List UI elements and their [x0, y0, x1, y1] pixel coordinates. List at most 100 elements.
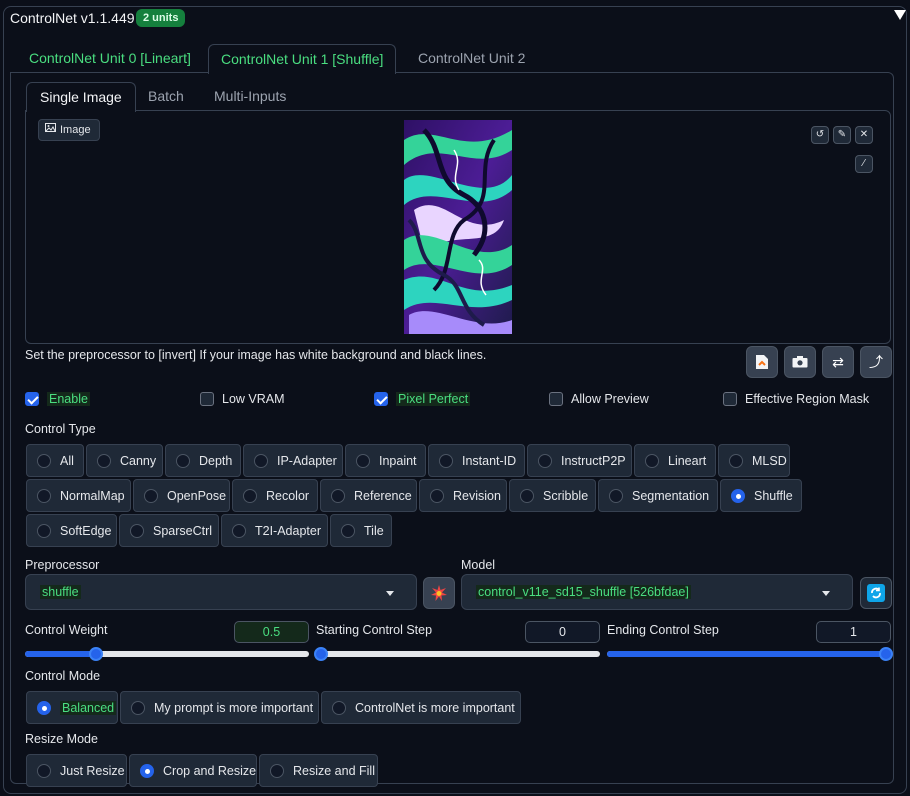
- control-type-softedge[interactable]: SoftEdge: [26, 514, 117, 547]
- resize-mode-just-resize[interactable]: Just Resize: [26, 754, 127, 787]
- low-vram-checkbox[interactable]: Low VRAM: [200, 392, 285, 406]
- panel-title[interactable]: ControlNet v1.1.449: [10, 10, 135, 26]
- control-type-reference-label: Reference: [354, 488, 412, 503]
- pixel-perfect-checkbox[interactable]: Pixel Perfect: [374, 392, 471, 406]
- control-type-instant-id[interactable]: Instant-ID: [428, 444, 525, 477]
- tab-batch[interactable]: Batch: [135, 82, 197, 110]
- image-label-text: Image: [60, 124, 91, 136]
- ending-step-slider[interactable]: [607, 647, 893, 661]
- control-type-instructp2p-label: InstructP2P: [561, 453, 626, 468]
- rotate-icon[interactable]: ↺: [811, 126, 829, 144]
- refresh-models-button[interactable]: [860, 577, 892, 609]
- starting-step-label: Starting Control Step: [316, 623, 433, 637]
- mirror-webcam-icon[interactable]: ⇄: [822, 346, 854, 378]
- tab-unit-1[interactable]: ControlNet Unit 1 [Shuffle]: [208, 44, 397, 74]
- control-mode-controlnet[interactable]: ControlNet is more important: [321, 691, 521, 724]
- radio-dot: [332, 700, 346, 715]
- radio-dot: [254, 453, 268, 468]
- radio-dot: [538, 453, 552, 468]
- control-type-t2i-adapter[interactable]: T2I-Adapter: [221, 514, 328, 547]
- preprocessor-label: Preprocessor: [25, 558, 100, 572]
- control-type-shuffle-label: Shuffle: [754, 488, 793, 503]
- control-type-t2i-adapter-label: T2I-Adapter: [255, 523, 322, 538]
- control-type-reference[interactable]: Reference: [320, 479, 417, 512]
- control-weight-slider[interactable]: [25, 647, 309, 661]
- image-upload-area[interactable]: Image ↺ ✎ ✕ ⁄: [25, 110, 891, 344]
- control-type-ip-adapter[interactable]: IP-Adapter: [243, 444, 343, 477]
- resize-mode-crop-and-resize-label: Crop and Resize: [163, 763, 257, 778]
- preprocessor-dropdown[interactable]: shuffle: [25, 574, 417, 610]
- control-type-segmentation[interactable]: Segmentation: [598, 479, 718, 512]
- control-type-shuffle[interactable]: Shuffle: [720, 479, 802, 512]
- close-icon[interactable]: ✕: [855, 126, 873, 144]
- new-canvas-icon[interactable]: [746, 346, 778, 378]
- radio-dot-selected: [140, 763, 154, 778]
- tab-unit-0[interactable]: ControlNet Unit 0 [Lineart]: [17, 44, 203, 72]
- control-type-mlsd[interactable]: MLSD: [718, 444, 790, 477]
- control-mode-prompt[interactable]: My prompt is more important: [120, 691, 319, 724]
- control-type-tile[interactable]: Tile: [330, 514, 392, 547]
- control-type-lineart-label: Lineart: [668, 453, 707, 468]
- run-preprocessor-button[interactable]: [423, 577, 455, 609]
- webcam-icon[interactable]: [784, 346, 816, 378]
- tab-unit-2[interactable]: ControlNet Unit 2: [406, 44, 537, 72]
- control-type-lineart[interactable]: Lineart: [634, 444, 716, 477]
- enable-check-box[interactable]: [25, 392, 39, 406]
- control-type-depth[interactable]: Depth: [165, 444, 241, 477]
- control-mode-controlnet-label: ControlNet is more important: [355, 700, 515, 715]
- allow-preview-checkbox[interactable]: Allow Preview: [549, 392, 649, 406]
- pixel-perfect-check-box[interactable]: [374, 392, 388, 406]
- control-type-all[interactable]: All: [26, 444, 84, 477]
- low-vram-label: Low VRAM: [222, 392, 285, 406]
- control-type-instructp2p[interactable]: InstructP2P: [527, 444, 632, 477]
- control-type-sparsectrl[interactable]: SparseCtrl: [119, 514, 219, 547]
- resize-mode-crop-and-resize[interactable]: Crop and Resize: [129, 754, 257, 787]
- starting-step-input[interactable]: 0: [525, 621, 600, 643]
- control-mode-balanced[interactable]: Balanced: [26, 691, 118, 724]
- preprocessor-hint: Set the preprocessor to [invert] If your…: [25, 348, 487, 362]
- allow-preview-label: Allow Preview: [571, 392, 649, 406]
- tab-single-image[interactable]: Single Image: [26, 82, 136, 112]
- enable-checkbox[interactable]: Enable: [25, 392, 90, 406]
- slider-thumb[interactable]: [314, 647, 328, 661]
- control-type-normalmap[interactable]: NormalMap: [26, 479, 131, 512]
- effective-region-mask-check-box[interactable]: [723, 392, 737, 406]
- chevron-down-icon: [822, 591, 830, 596]
- starting-step-slider[interactable]: [314, 647, 600, 661]
- radio-dot: [37, 453, 51, 468]
- slider-thumb[interactable]: [89, 647, 103, 661]
- effective-region-mask-checkbox[interactable]: Effective Region Mask: [723, 392, 869, 406]
- allow-preview-check-box[interactable]: [549, 392, 563, 406]
- resize-mode-resize-and-fill[interactable]: Resize and Fill: [259, 754, 378, 787]
- chevron-down-icon: [386, 591, 394, 596]
- brush-icon[interactable]: ⁄: [855, 155, 873, 173]
- control-type-canny[interactable]: Canny: [86, 444, 163, 477]
- slider-fill: [607, 651, 891, 657]
- ending-step-input[interactable]: 1: [816, 621, 891, 643]
- model-dropdown[interactable]: control_v11e_sd15_shuffle [526bfdae]: [461, 574, 853, 610]
- low-vram-check-box[interactable]: [200, 392, 214, 406]
- send-dimensions-icon[interactable]: ⤴: [860, 346, 892, 378]
- radio-dot: [131, 700, 145, 715]
- control-weight-input[interactable]: 0.5: [234, 621, 309, 643]
- control-type-openpose[interactable]: OpenPose: [133, 479, 230, 512]
- control-type-inpaint[interactable]: Inpaint: [345, 444, 426, 477]
- control-type-revision[interactable]: Revision: [419, 479, 507, 512]
- control-type-softedge-label: SoftEdge: [60, 523, 112, 538]
- control-type-recolor[interactable]: Recolor: [232, 479, 318, 512]
- control-type-scribble[interactable]: Scribble: [509, 479, 596, 512]
- slider-thumb[interactable]: [879, 647, 893, 661]
- radio-dot: [439, 453, 453, 468]
- resize-mode-resize-and-fill-label: Resize and Fill: [293, 763, 375, 778]
- control-mode-label: Control Mode: [25, 669, 101, 683]
- radio-dot: [356, 453, 370, 468]
- collapse-triangle-icon[interactable]: [894, 10, 906, 20]
- control-type-segmentation-label: Segmentation: [632, 488, 710, 503]
- image-icon: [45, 120, 56, 140]
- tab-multi-inputs[interactable]: Multi-Inputs: [201, 82, 299, 110]
- edit-icon[interactable]: ✎: [833, 126, 851, 144]
- control-type-normalmap-label: NormalMap: [60, 488, 125, 503]
- radio-dot-selected: [731, 488, 745, 503]
- ending-step-label: Ending Control Step: [607, 623, 719, 637]
- control-type-instant-id-label: Instant-ID: [462, 453, 517, 468]
